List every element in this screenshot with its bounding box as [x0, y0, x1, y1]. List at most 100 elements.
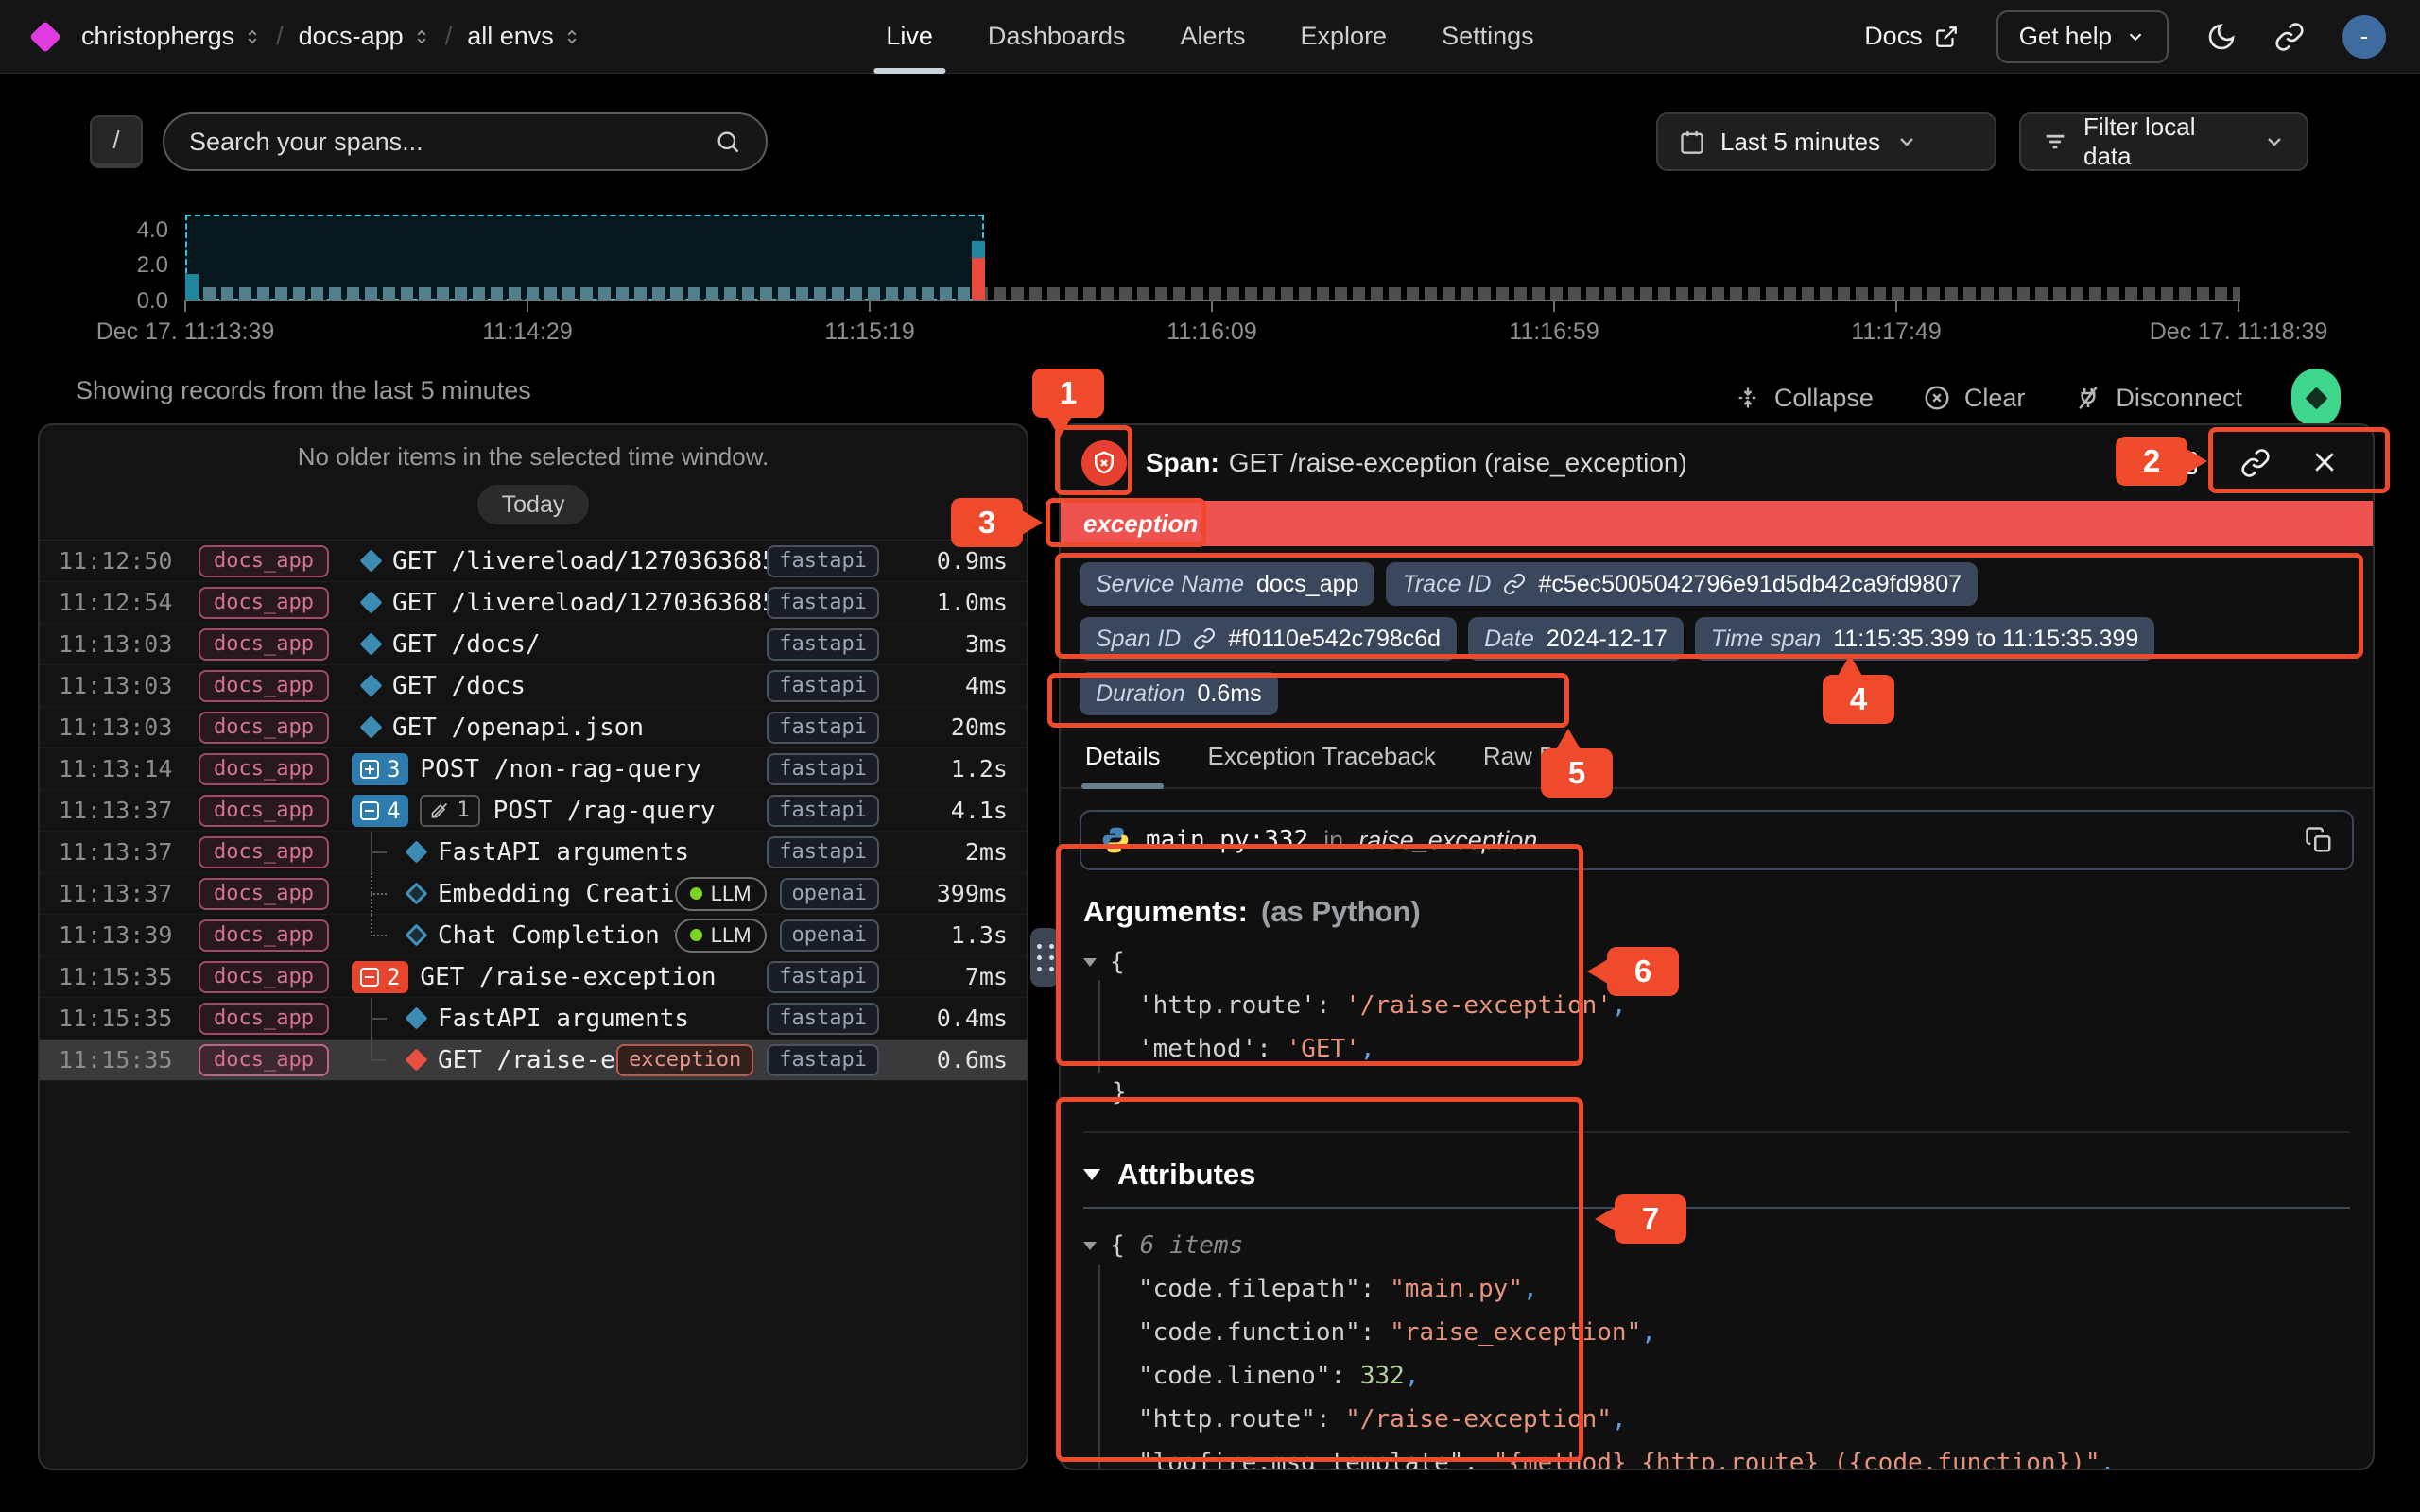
table-row[interactable]: 11:13:03 docs_app GET /docs/ fastapi 3ms: [40, 624, 1027, 665]
meta-label: Service Name: [1096, 571, 1244, 598]
histogram-error-bar[interactable]: [972, 258, 985, 300]
table-row[interactable]: 11:13:14 docs_app 3 POST /non-rag-query …: [40, 748, 1027, 790]
external-link-icon: [1934, 25, 1959, 49]
y-tick-label: 2.0: [110, 252, 168, 279]
table-row[interactable]: 11:13:37 docs_app FastAPI arguments fast…: [40, 832, 1027, 873]
slash-key-label: /: [112, 126, 119, 155]
span-time: 11:15:35: [59, 1046, 199, 1074]
attr-value: "{method} {http.route} ({code.function})…: [1494, 1449, 2100, 1470]
span-diamond-icon: [359, 715, 382, 738]
org-selector[interactable]: christophergs: [81, 22, 261, 51]
tab-alerts[interactable]: Alerts: [1180, 0, 1245, 74]
span-histogram[interactable]: 4.0 2.0 0.0 Dec 17. 11:13:39 11:14:29 11…: [0, 213, 2420, 354]
arg-key: 'method':: [1138, 1035, 1271, 1063]
table-row[interactable]: 11:13:03 docs_app GET /docs fastapi 4ms: [40, 665, 1027, 707]
comma: ,: [2100, 1449, 2115, 1470]
table-row[interactable]: 11:15:35 docs_app 2 GET /raise-exception…: [40, 956, 1027, 998]
scope-chip: fastapi: [767, 545, 879, 577]
collapse-button[interactable]: Collapse: [1735, 384, 1874, 413]
span-list-panel: No older items in the selected time wind…: [38, 423, 1028, 1470]
span-diamond-icon: [405, 840, 427, 863]
annotation-badge-5: 5: [1541, 748, 1613, 798]
avatar-text: -: [2360, 22, 2369, 51]
table-row[interactable]: 11:13:39 docs_app Chat Completion with '…: [40, 915, 1027, 956]
today-button[interactable]: Today: [477, 485, 590, 524]
table-row-selected[interactable]: 11:15:35 docs_app GET /raise-exception ……: [40, 1040, 1027, 1081]
collapse-toggle-icon[interactable]: [1083, 958, 1097, 967]
hidden-spans-badge[interactable]: 1: [420, 795, 479, 827]
comma: ,: [1523, 1275, 1538, 1303]
code-location[interactable]: main.py:332 in raise_exception: [1080, 810, 2354, 870]
table-row[interactable]: 11:13:37 docs_app Embedding Creation wit…: [40, 873, 1027, 915]
hidden-count: 1: [457, 799, 469, 822]
span-name: FastAPI arguments: [438, 1005, 689, 1033]
collapse-toggle-error[interactable]: 2: [352, 961, 408, 993]
x-tick-label: Dec 17. 11:18:39: [2150, 318, 2328, 346]
env-selector[interactable]: all envs: [467, 22, 580, 51]
table-row[interactable]: 11:13:03 docs_app GET /openapi.json fast…: [40, 707, 1027, 748]
histogram-bar[interactable]: [185, 274, 199, 300]
tab-dashboards[interactable]: Dashboards: [988, 0, 1126, 74]
expand-toggle[interactable]: 3: [352, 753, 408, 785]
project-selector[interactable]: docs-app: [299, 22, 430, 51]
table-row[interactable]: 11:12:54 docs_app GET /livereload/127036…: [40, 582, 1027, 624]
env-name: all envs: [467, 22, 554, 51]
meta-value: #f0110e542c798c6d: [1228, 626, 1441, 653]
docs-label: Docs: [1864, 22, 1923, 51]
attr-key: "logfire.msg_template":: [1138, 1449, 1478, 1470]
code-location-connector: in: [1323, 826, 1343, 855]
filter-icon: [2042, 129, 2068, 155]
copy-button[interactable]: [2305, 826, 2333, 854]
chevron-updown-icon: [244, 26, 261, 47]
clear-button[interactable]: Clear: [1923, 384, 2026, 413]
meta-value: 11:15:35.399 to 11:15:35.399: [1833, 626, 2138, 653]
table-row[interactable]: 11:15:35 docs_app FastAPI arguments fast…: [40, 998, 1027, 1040]
meta-trace-id[interactable]: Trace ID #c5ec5005042796e91d5db42ca9fd98…: [1386, 562, 1978, 606]
collapse-toggle[interactable]: 4: [352, 795, 408, 827]
histogram-bar[interactable]: [972, 241, 985, 258]
tab-explore[interactable]: Explore: [1301, 0, 1388, 74]
close-panel-button[interactable]: [2310, 448, 2339, 478]
service-badge: docs_app: [199, 795, 329, 827]
clear-icon: [1923, 384, 1951, 412]
tab-live[interactable]: Live: [886, 0, 933, 74]
y-tick-label: 4.0: [110, 217, 168, 244]
table-row[interactable]: 11:13:37 docs_app 4 1 POST /rag-query fa…: [40, 790, 1027, 832]
live-indicator[interactable]: [2291, 369, 2341, 427]
meta-label: Trace ID: [1402, 571, 1491, 598]
tab-details[interactable]: Details: [1085, 742, 1160, 787]
meta-span-id[interactable]: Span ID #f0110e542c798c6d: [1080, 617, 1457, 661]
attributes-header[interactable]: Attributes: [1083, 1158, 2350, 1192]
panel-resize-handle[interactable]: [1030, 928, 1060, 987]
tab-settings[interactable]: Settings: [1442, 0, 1534, 74]
annotation-badge-4: 4: [1823, 675, 1894, 724]
dark-mode-toggle[interactable]: [2206, 22, 2237, 52]
span-time: 11:13:37: [59, 797, 199, 824]
breadcrumb-separator: /: [445, 22, 453, 51]
empty-notice: No older items in the selected time wind…: [40, 442, 1027, 472]
time-range-button[interactable]: Last 5 minutes: [1656, 112, 1996, 171]
collapse-toggle-icon[interactable]: [1083, 1242, 1097, 1250]
baseline-markers-selected: [185, 287, 982, 300]
scope-chip: fastapi: [767, 628, 879, 661]
scope-chip: fastapi: [767, 753, 879, 785]
arguments-code: { 'http.route': '/raise-exception', 'met…: [1083, 929, 2350, 1118]
y-tick-label: 0.0: [110, 288, 168, 315]
disconnect-button[interactable]: Disconnect: [2074, 384, 2242, 413]
search-input[interactable]: [189, 128, 715, 157]
span-name: FastAPI arguments: [438, 838, 689, 867]
table-row[interactable]: 11:12:50 docs_app GET /livereload/127036…: [40, 541, 1027, 582]
scope-chip: fastapi: [767, 670, 879, 702]
copy-link-button[interactable]: [2240, 448, 2271, 478]
scope-chip: fastapi: [767, 795, 879, 827]
tab-exception-traceback[interactable]: Exception Traceback: [1207, 742, 1435, 787]
span-diamond-icon: [405, 1006, 427, 1029]
get-help-button[interactable]: Get help: [1996, 10, 2169, 63]
llm-label: LLM: [711, 882, 752, 906]
filter-local-data-button[interactable]: Filter local data: [2019, 112, 2308, 171]
docs-link[interactable]: Docs: [1864, 22, 1959, 51]
share-link-button[interactable]: [2274, 22, 2305, 52]
logfire-logo-icon[interactable]: [29, 21, 61, 53]
avatar[interactable]: -: [2342, 15, 2386, 59]
span-name: GET /raise-exception: [420, 963, 716, 991]
